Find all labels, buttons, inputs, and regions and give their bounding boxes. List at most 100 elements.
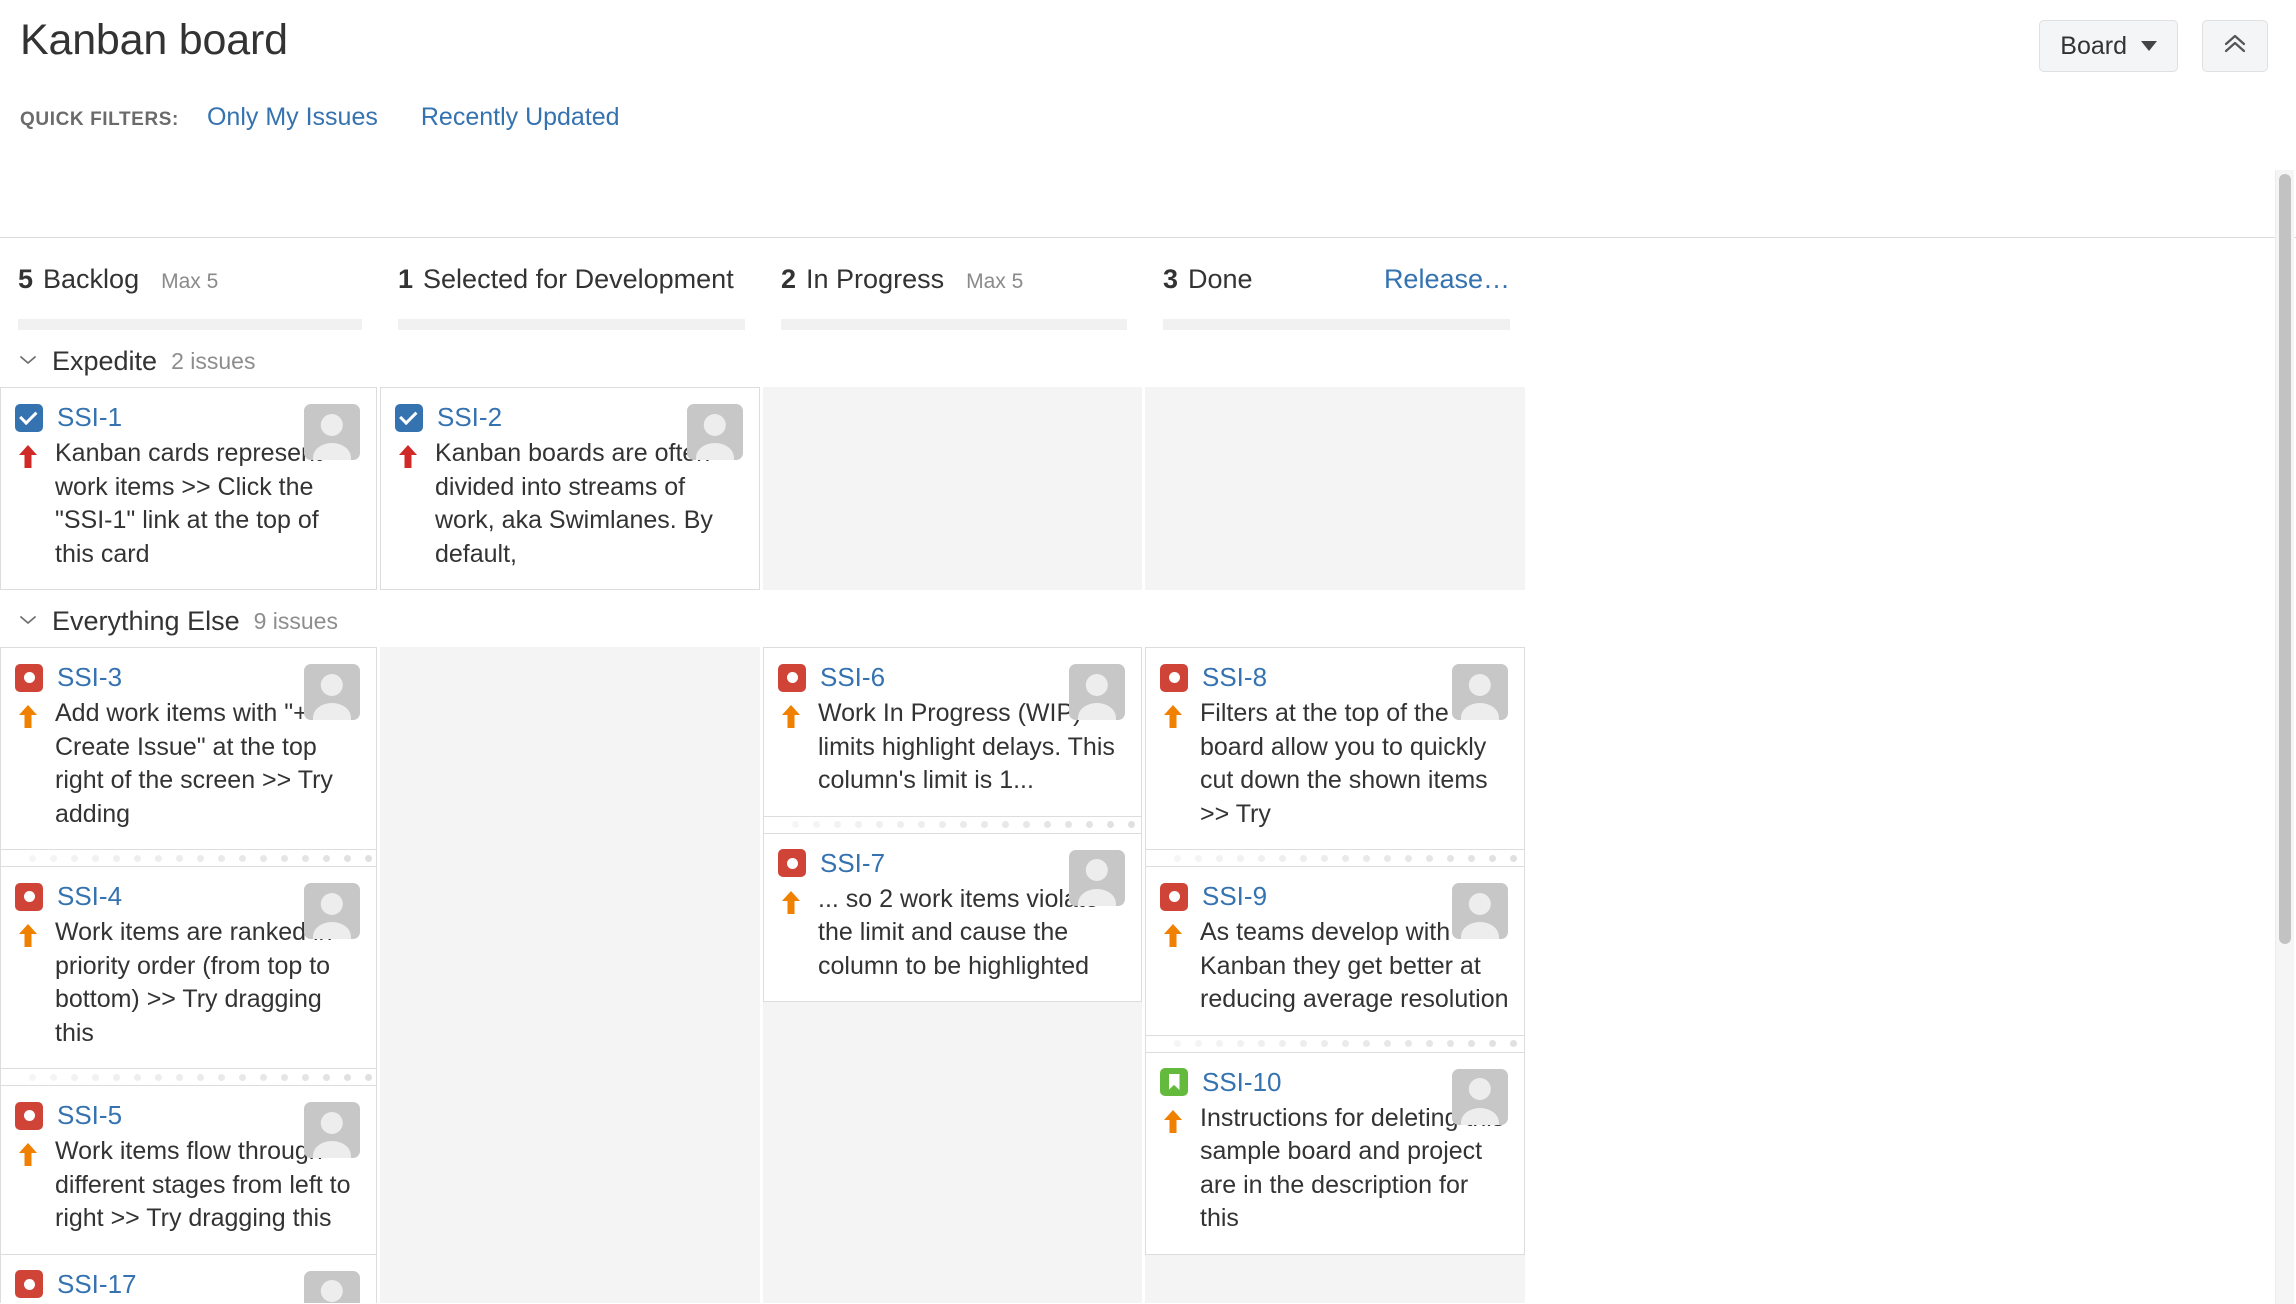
column-issue-count: 1 — [398, 264, 414, 294]
drag-dot — [134, 854, 141, 862]
avatar-head — [1468, 673, 1492, 696]
issue-card[interactable]: SSI-17 — [0, 1254, 377, 1303]
assignee-avatar[interactable] — [304, 404, 360, 460]
collapse-header-button[interactable] — [2202, 20, 2268, 72]
drag-dot — [1300, 854, 1307, 862]
issue-card[interactable]: SSI-1 Kanban cards represent work items >… — [0, 387, 377, 590]
drag-dot — [1216, 1040, 1223, 1047]
chevron-down-icon[interactable] — [18, 350, 38, 371]
assignee-avatar[interactable] — [687, 404, 743, 460]
swimlane-column-cell[interactable]: SSI-1 Kanban cards represent work items >… — [0, 387, 380, 590]
issue-key-link[interactable]: SSI-9 — [1202, 881, 1267, 912]
drag-dot — [113, 1073, 120, 1081]
drag-dot — [92, 1073, 99, 1081]
drag-dot — [1216, 854, 1223, 862]
column-issue-count: 5 — [18, 264, 34, 294]
drag-dot — [50, 1073, 57, 1081]
column-header-row: 5 Backlog Max 5 — [18, 264, 362, 295]
drag-dot — [1044, 821, 1051, 828]
assignee-avatar[interactable] — [1069, 849, 1125, 906]
avatar-head — [1468, 1078, 1492, 1101]
vertical-scrollbar-thumb[interactable] — [2279, 174, 2291, 944]
issue-key-link[interactable]: SSI-10 — [1202, 1067, 1282, 1098]
drag-dot — [71, 854, 78, 862]
column-header: 1 Selected for Development — [380, 238, 763, 330]
drag-dot — [1065, 821, 1072, 828]
assignee-avatar[interactable] — [304, 1270, 360, 1303]
avatar-head — [703, 413, 727, 436]
release-link[interactable]: Release… — [1384, 264, 1510, 295]
drag-dot — [1426, 1040, 1433, 1047]
issue-key-link[interactable]: SSI-6 — [820, 662, 885, 693]
avatar-body — [695, 443, 735, 460]
column-progress-bar — [18, 319, 362, 330]
issue-key-link[interactable]: SSI-8 — [1202, 662, 1267, 693]
column-header: 3 Done Release… — [1145, 238, 1528, 330]
drag-dot — [1405, 1040, 1412, 1047]
swimlane-column-cell[interactable] — [380, 647, 763, 1303]
assignee-avatar[interactable] — [304, 883, 360, 939]
issue-card[interactable]: SSI-8 Filters at the top of the board all… — [1145, 647, 1525, 850]
drag-dot — [29, 1073, 36, 1081]
issue-key-link[interactable]: SSI-4 — [57, 881, 122, 912]
issue-key-link[interactable]: SSI-1 — [57, 402, 122, 433]
swimlane-column-cell[interactable] — [1145, 387, 1528, 590]
avatar-head — [320, 1111, 344, 1134]
drag-dot — [834, 821, 841, 828]
board-dropdown-button[interactable]: Board — [2039, 20, 2178, 72]
drag-dot — [176, 1073, 183, 1081]
priority-highest-icon — [395, 441, 421, 471]
swimlane-header[interactable]: Everything Else 9 issues — [0, 590, 2296, 647]
drag-dot — [134, 1073, 141, 1081]
quick-filter-only-my-issues[interactable]: Only My Issues — [207, 103, 378, 132]
drag-dot — [1258, 1040, 1265, 1047]
drag-dot — [50, 854, 57, 862]
swimlane-column-cell[interactable]: SSI-3 Add work items with "+ Create Issue… — [0, 647, 380, 1303]
vertical-scrollbar[interactable] — [2275, 170, 2294, 1304]
swimlane-column-cell[interactable]: SSI-8 Filters at the top of the board all… — [1145, 647, 1528, 1303]
drag-dot — [1300, 1040, 1307, 1047]
avatar-body — [1460, 922, 1500, 939]
issue-card[interactable]: SSI-9 As teams develop with Kanban they g… — [1145, 866, 1525, 1036]
assignee-avatar[interactable] — [1452, 883, 1508, 939]
swimlane-column-cell[interactable]: SSI-2 Kanban boards are often divided int… — [380, 387, 763, 590]
quick-filters-label: QUICK FILTERS: — [20, 109, 179, 130]
swimlane-header[interactable]: Expedite 2 issues — [0, 330, 2296, 387]
issue-key-link[interactable]: SSI-5 — [57, 1100, 122, 1131]
drag-dot — [1258, 854, 1265, 862]
priority-high-icon — [778, 701, 804, 731]
bug-type-icon — [1160, 882, 1188, 911]
issue-card[interactable]: SSI-5 Work items flow through different s… — [0, 1085, 377, 1255]
issue-card[interactable]: SSI-7... so 2 work items violate the lim… — [763, 832, 1142, 1002]
drag-dot — [344, 1073, 351, 1081]
issue-card[interactable]: SSI-4 Work items are ranked in priority o… — [0, 866, 377, 1069]
issue-key-link[interactable]: SSI-3 — [57, 662, 122, 693]
issue-key-link[interactable]: SSI-7 — [820, 848, 885, 879]
chevron-down-icon[interactable] — [18, 610, 38, 631]
swimlane-issue-count: 9 issues — [253, 608, 338, 634]
assignee-avatar[interactable] — [1069, 664, 1125, 720]
drag-dot — [1363, 1040, 1370, 1047]
issue-key-link[interactable]: SSI-17 — [57, 1269, 137, 1300]
issue-card[interactable]: SSI-3 Add work items with "+ Create Issue… — [0, 647, 377, 850]
header-actions: Board — [2039, 20, 2268, 72]
swimlane-body: SSI-1 Kanban cards represent work items >… — [0, 387, 2296, 590]
swimlane-column-cell[interactable] — [763, 387, 1145, 590]
column-header-row: 1 Selected for Development — [398, 264, 745, 295]
drag-dot — [1363, 854, 1370, 862]
drag-dot — [1426, 854, 1433, 862]
assignee-avatar[interactable] — [304, 664, 360, 720]
assignee-avatar[interactable] — [1452, 664, 1508, 720]
issue-card[interactable]: SSI-10 Instructions for deleting this sam… — [1145, 1051, 1525, 1255]
issue-card[interactable]: SSI-6 Work In Progress (WIP) limits highl… — [763, 647, 1142, 817]
assignee-avatar[interactable] — [304, 1102, 360, 1158]
quick-filter-recently-updated[interactable]: Recently Updated — [421, 103, 620, 132]
avatar-head — [1085, 673, 1109, 696]
assignee-avatar[interactable] — [1452, 1068, 1508, 1125]
drag-dot — [218, 1073, 225, 1081]
issue-card[interactable]: SSI-2 Kanban boards are often divided int… — [380, 387, 760, 590]
swimlane-column-cell[interactable]: SSI-6 Work In Progress (WIP) limits highl… — [763, 647, 1145, 1303]
drag-dot — [1489, 854, 1496, 862]
issue-key-link[interactable]: SSI-2 — [437, 402, 502, 433]
column-max-limit: Max 5 — [161, 270, 219, 293]
